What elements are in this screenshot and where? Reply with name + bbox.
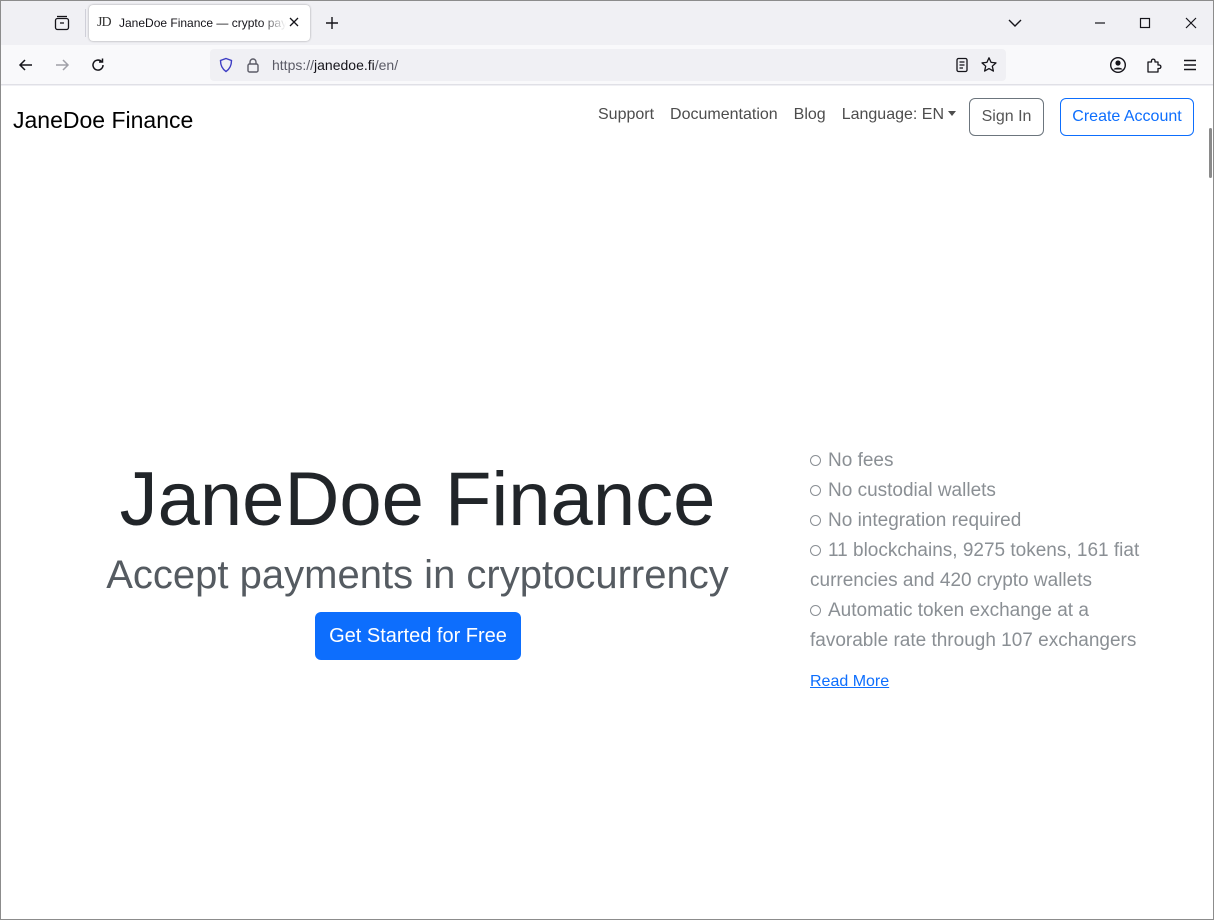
list-item: Automatic token exchange at a favorable … — [810, 596, 1140, 656]
language-dropdown[interactable]: Language: EN — [841, 106, 957, 124]
circle-bullet-icon — [810, 515, 821, 526]
get-started-button[interactable]: Get Started for Free — [315, 612, 521, 660]
tab-strip: JD JaneDoe Finance — crypto payments — [1, 1, 1213, 45]
feature-text: No fees — [828, 450, 894, 471]
site-nav: Support Documentation Blog Language: EN — [598, 106, 972, 124]
bookmark-star-icon[interactable] — [980, 56, 998, 79]
back-icon[interactable] — [14, 53, 38, 77]
minimize-icon[interactable] — [1088, 11, 1112, 35]
reader-view-icon[interactable] — [954, 57, 970, 78]
circle-bullet-icon — [810, 485, 821, 496]
close-tab-icon[interactable] — [286, 14, 302, 30]
url-path: /en/ — [374, 57, 399, 73]
site-favicon-icon: JD — [97, 15, 112, 30]
hero-subtitle: Accept payments in cryptocurrency — [106, 553, 729, 597]
close-window-icon[interactable] — [1179, 11, 1203, 35]
address-bar[interactable]: https://janedoe.fi/en/ — [210, 49, 1006, 81]
read-more-link[interactable]: Read More — [810, 673, 889, 691]
hero-title: JaneDoe Finance — [119, 457, 716, 542]
circle-bullet-icon — [810, 455, 821, 466]
tab-separator — [85, 9, 86, 37]
create-account-button[interactable]: Create Account — [1060, 98, 1194, 136]
site-brand[interactable]: JaneDoe Finance — [13, 107, 193, 134]
list-item: No fees — [810, 446, 1140, 476]
feature-text: No integration required — [828, 510, 1022, 531]
list-item: No custodial wallets — [810, 476, 1140, 506]
circle-bullet-icon — [810, 605, 821, 616]
list-all-tabs-icon[interactable] — [1005, 13, 1025, 33]
nav-blog[interactable]: Blog — [794, 106, 826, 124]
feature-text: 11 blockchains, 9275 tokens, 161 fiat cu… — [810, 540, 1140, 591]
scrollbar[interactable] — [1209, 128, 1212, 178]
page-content: JaneDoe Finance Support Documentation Bl… — [1, 86, 1213, 919]
feature-text: No custodial wallets — [828, 480, 996, 501]
circle-bullet-icon — [810, 545, 821, 556]
list-item: 11 blockchains, 9275 tokens, 161 fiat cu… — [810, 536, 1140, 596]
tracking-protection-icon[interactable] — [218, 57, 234, 78]
extensions-icon[interactable] — [1142, 53, 1166, 77]
feature-list: No fees No custodial wallets No integrat… — [810, 446, 1140, 656]
tab-overview-icon[interactable] — [45, 7, 79, 39]
sign-in-button[interactable]: Sign In — [969, 98, 1044, 136]
language-label: Language: EN — [841, 106, 945, 123]
navigation-toolbar: https://janedoe.fi/en/ — [1, 45, 1213, 85]
nav-support[interactable]: Support — [598, 106, 654, 124]
reload-icon[interactable] — [86, 53, 110, 77]
nav-documentation[interactable]: Documentation — [670, 106, 778, 124]
forward-icon[interactable] — [50, 53, 74, 77]
caret-down-icon — [948, 111, 957, 116]
list-item: No integration required — [810, 506, 1140, 536]
tab-title: JaneDoe Finance — crypto payments — [119, 16, 286, 30]
url-scheme: https:// — [272, 57, 315, 73]
url-text[interactable]: https://janedoe.fi/en/ — [272, 57, 398, 73]
new-tab-icon[interactable] — [321, 12, 343, 34]
browser-window: JD JaneDoe Finance — crypto payments — [0, 0, 1214, 920]
url-host: janedoe.fi — [314, 57, 375, 73]
menu-icon[interactable] — [1178, 53, 1202, 77]
feature-text: Automatic token exchange at a favorable … — [810, 600, 1137, 651]
maximize-icon[interactable] — [1133, 11, 1157, 35]
account-icon[interactable] — [1106, 53, 1130, 77]
active-tab[interactable]: JD JaneDoe Finance — crypto payments — [89, 5, 310, 41]
lock-icon[interactable] — [245, 57, 261, 78]
